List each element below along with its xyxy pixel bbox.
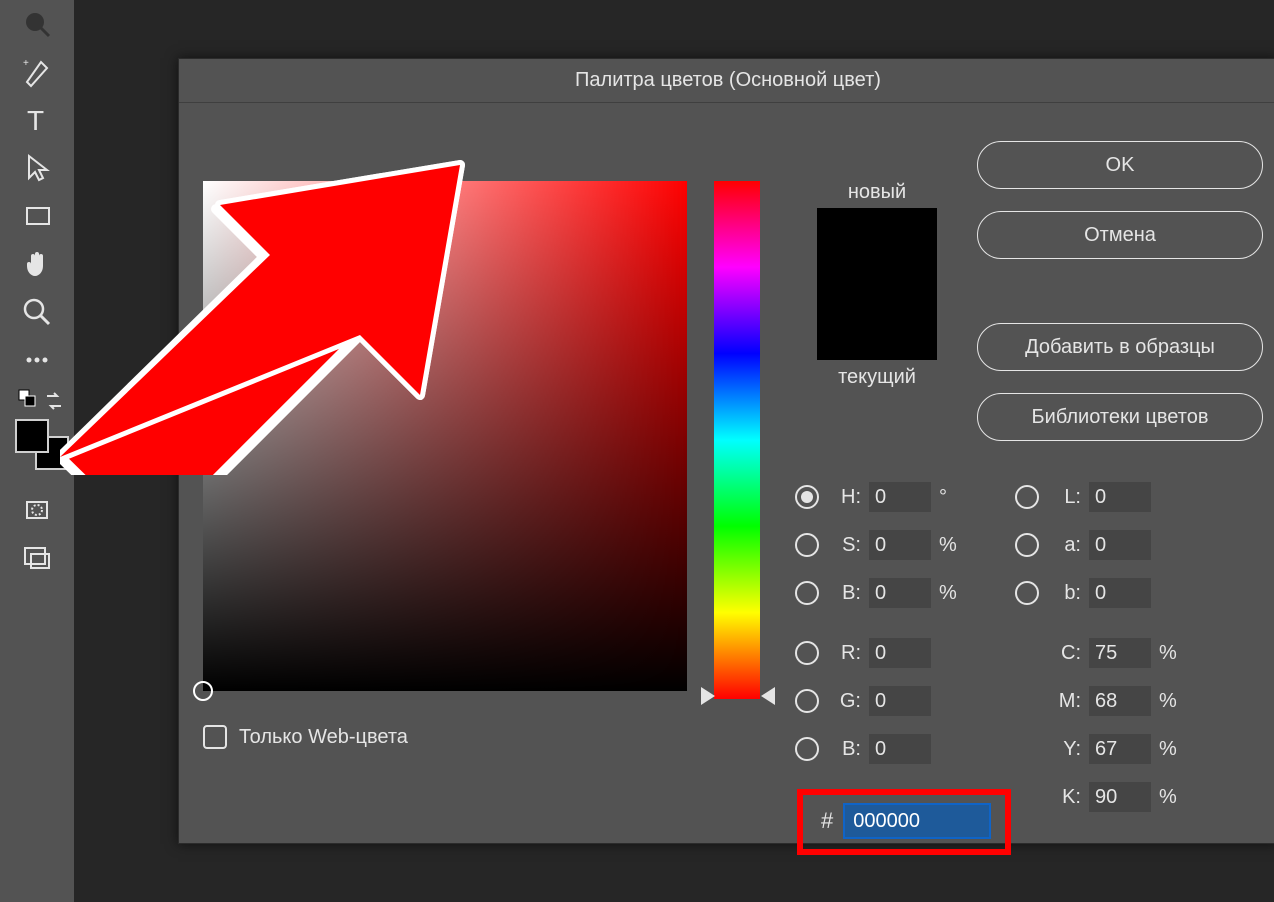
cancel-button[interactable]: Отмена <box>977 211 1263 259</box>
current-color-label: текущий <box>802 366 952 389</box>
hand-tool-icon[interactable] <box>7 242 67 286</box>
unit-h: ° <box>939 486 947 509</box>
color-compare: новый текущий <box>802 181 952 389</box>
hex-row: # <box>797 789 1011 855</box>
dodge-tool-icon[interactable] <box>7 2 67 46</box>
radio-b-hsb[interactable] <box>795 581 819 605</box>
input-l[interactable] <box>1089 482 1151 512</box>
radio-g[interactable] <box>795 689 819 713</box>
color-field[interactable] <box>203 181 687 691</box>
hue-slider[interactable] <box>714 181 760 699</box>
hex-highlight-box: # <box>797 789 1011 855</box>
svg-text:T: T <box>27 105 44 136</box>
unit-y: % <box>1159 738 1177 761</box>
hue-slider-handle-right[interactable] <box>761 687 775 705</box>
unit-s: % <box>939 534 957 557</box>
input-b-lab[interactable] <box>1089 578 1151 608</box>
color-values: H: ° L: S: % <box>795 473 1274 821</box>
input-a[interactable] <box>1089 530 1151 560</box>
swap-colors-icon[interactable] <box>43 390 65 412</box>
label-a: a: <box>1051 534 1081 557</box>
rectangle-tool-icon[interactable] <box>7 194 67 238</box>
more-tools-icon[interactable] <box>7 338 67 382</box>
radio-h[interactable] <box>795 485 819 509</box>
editor-area: Палитра цветов (Основной цвет) новый тек… <box>74 0 1274 902</box>
hue-slider-handle-left[interactable] <box>701 687 715 705</box>
label-s: S: <box>831 534 861 557</box>
input-s[interactable] <box>869 530 931 560</box>
label-k: K: <box>1051 786 1081 809</box>
web-only-checkbox[interactable] <box>203 725 227 749</box>
svg-text:+: + <box>23 58 29 69</box>
radio-r[interactable] <box>795 641 819 665</box>
radio-a[interactable] <box>1015 533 1039 557</box>
label-b-rgb: B: <box>831 738 861 761</box>
input-c[interactable] <box>1089 638 1151 668</box>
dialog-title: Палитра цветов (Основной цвет) <box>179 59 1274 103</box>
input-b-hsb[interactable] <box>869 578 931 608</box>
add-to-swatches-button[interactable]: Добавить в образцы <box>977 323 1263 371</box>
new-color-label: новый <box>802 181 952 204</box>
input-h[interactable] <box>869 482 931 512</box>
radio-b-lab[interactable] <box>1015 581 1039 605</box>
radio-l[interactable] <box>1015 485 1039 509</box>
hex-hash-label: # <box>821 808 833 834</box>
quick-mask-icon[interactable] <box>7 488 67 532</box>
default-colors-icon[interactable] <box>17 388 37 408</box>
label-g: G: <box>831 690 861 713</box>
zoom-tool-icon[interactable] <box>7 290 67 334</box>
label-c: C: <box>1051 642 1081 665</box>
hex-input[interactable] <box>843 803 991 839</box>
label-m: M: <box>1051 690 1081 713</box>
screen-mode-icon[interactable] <box>7 536 67 580</box>
input-g[interactable] <box>869 686 931 716</box>
input-r[interactable] <box>869 638 931 668</box>
label-b-lab: b: <box>1051 582 1081 605</box>
label-b-hsb: B: <box>831 582 861 605</box>
web-only-label: Только Web-цвета <box>239 726 408 749</box>
color-preview-swatch[interactable] <box>817 208 937 360</box>
color-picker-dialog: Палитра цветов (Основной цвет) новый тек… <box>178 58 1274 844</box>
web-only-row: Только Web-цвета <box>203 725 408 749</box>
color-field-cursor <box>193 681 213 701</box>
color-libraries-button[interactable]: Библиотеки цветов <box>977 393 1263 441</box>
unit-m: % <box>1159 690 1177 713</box>
label-y: Y: <box>1051 738 1081 761</box>
input-b-rgb[interactable] <box>869 734 931 764</box>
input-m[interactable] <box>1089 686 1151 716</box>
radio-s[interactable] <box>795 533 819 557</box>
label-h: H: <box>831 486 861 509</box>
unit-k: % <box>1159 786 1177 809</box>
pen-tool-icon[interactable]: + <box>7 50 67 94</box>
tool-sidebar: + T <box>0 0 74 902</box>
color-swatches <box>7 394 67 464</box>
foreground-color-swatch[interactable] <box>15 419 49 453</box>
label-r: R: <box>831 642 861 665</box>
input-y[interactable] <box>1089 734 1151 764</box>
unit-c: % <box>1159 642 1177 665</box>
path-selection-tool-icon[interactable] <box>7 146 67 190</box>
type-tool-icon[interactable]: T <box>7 98 67 142</box>
dialog-body: новый текущий OK Отмена Добавить в образ… <box>179 103 1274 843</box>
radio-b-rgb[interactable] <box>795 737 819 761</box>
input-k[interactable] <box>1089 782 1151 812</box>
unit-b-hsb: % <box>939 582 957 605</box>
label-l: L: <box>1051 486 1081 509</box>
ok-button[interactable]: OK <box>977 141 1263 189</box>
